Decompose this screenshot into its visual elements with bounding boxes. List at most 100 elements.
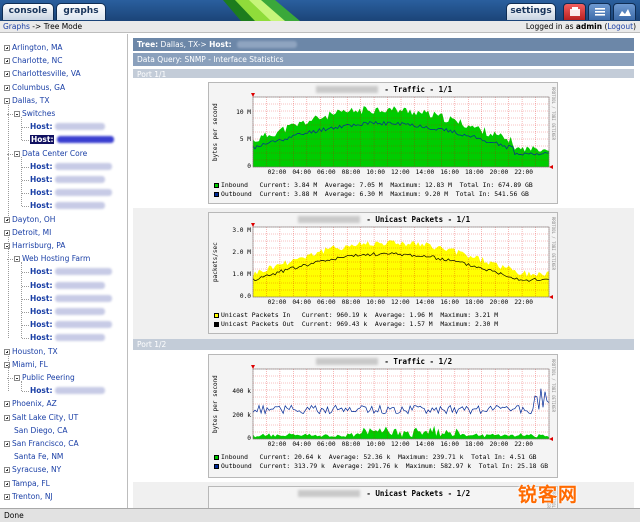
tree-node-data-center-core[interactable]: Data Center Core xyxy=(14,148,87,160)
tree-node-label[interactable]: Public Peering xyxy=(22,373,75,382)
breadcrumb-current: Tree Mode xyxy=(43,22,83,31)
tree-host-10[interactable]: Host: xyxy=(30,174,106,186)
tree-host-21[interactable]: Host: xyxy=(30,319,113,331)
tree-host-20[interactable]: Host: xyxy=(30,306,106,318)
expand-icon[interactable] xyxy=(4,414,10,421)
tree-node-label[interactable]: Charlotte, NC xyxy=(12,56,62,65)
breadcrumb-graphs-link[interactable]: Graphs xyxy=(3,22,30,31)
collapse-icon[interactable] xyxy=(14,111,20,117)
tree-host-18[interactable]: Host: xyxy=(30,280,106,292)
tree-node-harrisburg-pa[interactable]: Harrisburg, PA xyxy=(4,240,65,252)
logout-link[interactable]: Logout xyxy=(607,22,633,31)
tree-node-label[interactable]: Data Center Core xyxy=(22,149,87,158)
tree-node-trenton-nj[interactable]: Trenton, NJ xyxy=(4,491,53,503)
expand-icon[interactable] xyxy=(4,401,10,408)
tree-node-label[interactable]: San Francisco, CA xyxy=(12,439,79,448)
expand-icon[interactable] xyxy=(4,216,10,223)
expand-icon[interactable] xyxy=(4,71,10,78)
tree-host-11[interactable]: Host: xyxy=(30,187,113,199)
tree-node-arlington-ma[interactable]: Arlington, MA xyxy=(4,42,63,54)
graph-unicast-2[interactable]: - Unicast Packets - 1/1 RRDTOOL / TOBI OE… xyxy=(208,212,558,334)
tree-node-label[interactable]: Tampa, FL xyxy=(12,479,50,488)
tree-node-label[interactable]: Detroit, MI xyxy=(12,228,51,237)
tree-node-charlotte-nc[interactable]: Charlotte, NC xyxy=(4,55,62,67)
tree-node-label[interactable]: Santa Fe, NM xyxy=(14,452,63,461)
tab-console[interactable]: console xyxy=(2,3,54,20)
expand-icon[interactable] xyxy=(4,348,10,355)
expand-icon[interactable] xyxy=(4,45,10,51)
graph-partial-4[interactable]: - Unicast Packets - 1/2 RRDTOOL / TOBI OE… xyxy=(208,486,558,508)
tree-node-label[interactable]: Houston, TX xyxy=(12,347,58,356)
tree-node-columbus-ga[interactable]: Columbus, GA xyxy=(4,82,65,94)
expand-icon[interactable] xyxy=(4,58,10,65)
expand-icon[interactable] xyxy=(4,229,10,236)
tree-node-tampa-fl[interactable]: Tampa, FL xyxy=(4,478,50,490)
tree-node-label[interactable]: Harrisburg, PA xyxy=(12,241,65,250)
tree-node-dallas-tx[interactable]: Dallas, TX xyxy=(4,95,50,107)
tree-node-label[interactable]: Salt Lake City, UT xyxy=(12,413,78,422)
tree-node-public-peering[interactable]: Public Peering xyxy=(14,372,75,384)
tree-node-label[interactable]: Miami, FL xyxy=(12,360,48,369)
tree-node-label[interactable]: Charlottesville, VA xyxy=(12,69,81,78)
tree-node-miami-fl[interactable]: Miami, FL xyxy=(4,359,48,371)
tree-node-label[interactable]: Dallas, TX xyxy=(12,96,50,105)
tree-host-12[interactable]: Host: xyxy=(30,200,106,212)
expand-icon[interactable] xyxy=(4,441,10,447)
tree-node-label[interactable]: Dayton, OH xyxy=(12,215,55,224)
collapse-icon[interactable] xyxy=(14,375,20,381)
legend-average: 7.05 M xyxy=(359,181,383,189)
tree-node-salt-lake-city-ut[interactable]: Salt Lake City, UT xyxy=(4,412,78,424)
tree-node-detroit-mi[interactable]: Detroit, MI xyxy=(4,227,51,239)
tab-graphs[interactable]: graphs xyxy=(56,3,106,20)
tree-node-houston-tx[interactable]: Houston, TX xyxy=(4,346,58,358)
tree-node-charlottesville-va[interactable]: Charlottesville, VA xyxy=(4,68,81,80)
expand-icon[interactable] xyxy=(4,480,10,487)
tree-node-label[interactable]: Arlington, MA xyxy=(12,43,63,52)
legend-name: Inbound xyxy=(221,181,252,189)
tree-node-phoenix-az[interactable]: Phoenix, AZ xyxy=(4,398,57,410)
tree-node-label[interactable]: Web Hosting Farm xyxy=(22,254,90,263)
collapse-icon[interactable] xyxy=(14,150,20,157)
tree-node-label[interactable]: Columbus, GA xyxy=(12,83,65,92)
legend-current: 960.19 k xyxy=(336,311,368,319)
list-view-button[interactable] xyxy=(588,3,611,20)
collapse-icon[interactable] xyxy=(14,256,20,263)
tab-settings[interactable]: settings xyxy=(506,3,556,20)
collapse-icon[interactable] xyxy=(4,361,10,368)
tree-host-6[interactable]: Host: xyxy=(30,121,106,133)
tree-node-san-francisco-ca[interactable]: San Francisco, CA xyxy=(4,438,79,450)
tree-host-19[interactable]: Host: xyxy=(30,293,113,305)
tree-host-label: Host: xyxy=(30,280,53,290)
tree-host-22[interactable]: Host: xyxy=(30,332,106,344)
expand-icon[interactable] xyxy=(4,493,10,500)
graph-title: - Unicast Packets - 1/2 xyxy=(209,489,559,498)
tree-node-label[interactable]: Phoenix, AZ xyxy=(12,399,57,408)
tree-view-button[interactable] xyxy=(563,3,586,20)
graph-traffic2-3[interactable]: - Traffic - 1/2 RRDTOOL / TOBI OETIKER 400… xyxy=(208,354,558,478)
tree-node-syracuse-ny[interactable]: Syracuse, NY xyxy=(4,464,61,476)
x-tick-label: 12:00 xyxy=(391,169,410,176)
tree-node-label[interactable]: San Diego, CA xyxy=(14,426,67,435)
collapse-icon[interactable] xyxy=(4,243,10,249)
tree-host-26[interactable]: Host: xyxy=(30,385,106,397)
graph-traffic-1[interactable]: - Traffic - 1/1 RRDTOOL / TOBI OETIKER 10 … xyxy=(208,82,558,204)
tree-node-label[interactable]: Switches xyxy=(22,109,55,118)
tree-node-label[interactable]: Syracuse, NY xyxy=(12,465,61,474)
tree-node-santa-fe-nm[interactable]: Santa Fe, NM xyxy=(4,451,63,463)
y-tick-label: 3.0 M xyxy=(232,227,251,235)
collapse-icon[interactable] xyxy=(4,97,10,104)
expand-icon[interactable] xyxy=(4,467,10,474)
y-axis-label: bytes per second xyxy=(212,103,219,161)
tree-node-san-diego-ca[interactable]: San Diego, CA xyxy=(4,425,67,437)
tree-node-web-hosting-farm[interactable]: Web Hosting Farm xyxy=(14,253,90,265)
expand-icon[interactable] xyxy=(4,84,10,91)
tree-host-9[interactable]: Host: xyxy=(30,161,113,173)
tree-host-7[interactable]: Host: xyxy=(30,134,115,146)
tree-node-label[interactable]: Trenton, NJ xyxy=(12,492,53,501)
tree-node-dayton-oh[interactable]: Dayton, OH xyxy=(4,214,55,226)
legend-total: 25.18 GB xyxy=(517,462,549,470)
tree-host-17[interactable]: Host: xyxy=(30,266,113,278)
x-tick-label: 08:00 xyxy=(341,299,361,306)
legend-average: 291.76 k xyxy=(367,462,398,470)
preview-view-button[interactable] xyxy=(613,3,636,20)
